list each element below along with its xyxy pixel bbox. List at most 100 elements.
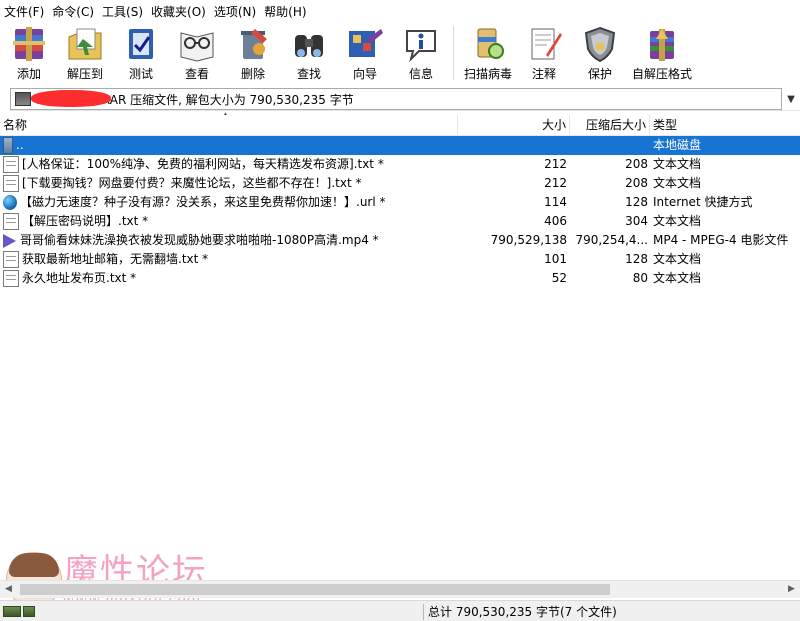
delete-icon (241, 29, 267, 59)
redacted-filename (31, 90, 111, 107)
text-file-icon (3, 213, 19, 230)
column-name[interactable]: 名称 (0, 115, 458, 135)
extract-to-icon (68, 28, 102, 60)
drive-icon (3, 606, 21, 617)
virus-scan-label: 扫描病毒 (463, 67, 512, 81)
winrar-window: 文件(F) 命令(C) 工具(S) 收藏夹(O) 选项(N) 帮助(H) 添加 … (0, 0, 800, 621)
wizard-label: 向导 (352, 67, 377, 81)
toolbar-separator (453, 26, 454, 80)
file-size: 406 (544, 214, 567, 228)
file-row[interactable]: [下载要掏钱？网盘要付费？来魔性论坛，这些都不存在！].txt * 212 20… (0, 174, 800, 193)
file-type: Internet 快捷方式 (653, 195, 753, 209)
delete-button[interactable]: 删除 (226, 22, 280, 82)
file-size: 101 (544, 252, 567, 266)
menu-bar: 文件(F) 命令(C) 工具(S) 收藏夹(O) 选项(N) 帮助(H) (0, 0, 800, 22)
file-name-cell: [人格保证：100%纯净、免费的福利网站，每天精选发布资源].txt * (0, 155, 458, 174)
menu-tools[interactable]: 工具(S) (98, 0, 147, 22)
address-dropdown-icon[interactable]: ▼ (782, 94, 800, 105)
comment-button[interactable]: 注释 (517, 22, 571, 82)
virus-scan-icon (477, 28, 504, 59)
view-icon (180, 32, 214, 62)
file-packed-size: 128 (625, 252, 648, 266)
file-name: 永久地址发布页.txt * (22, 271, 137, 285)
text-file-icon (3, 175, 19, 192)
find-icon (295, 35, 323, 57)
scroll-right-icon[interactable]: ▶ (783, 581, 800, 598)
status-icons (0, 605, 53, 619)
file-name: .. (16, 138, 24, 152)
file-size: 114 (544, 195, 567, 209)
status-separator (423, 603, 424, 620)
address-bar: r - RAR 压缩文件, 解包大小为 790,530,235 字节 ▼ (10, 88, 800, 111)
file-name: 【解压密码说明】.txt * (22, 214, 149, 228)
extract-to-button[interactable]: 解压到 (58, 22, 112, 82)
sfx-button[interactable]: 自解压格式 (629, 22, 695, 82)
file-packed-size: 208 (625, 176, 648, 190)
test-button[interactable]: 测试 (114, 22, 168, 82)
test-label: 测试 (128, 67, 153, 81)
file-size: 52 (551, 271, 567, 285)
find-label: 查找 (296, 67, 321, 81)
column-type[interactable]: 类型 (650, 115, 800, 135)
comment-icon (531, 28, 562, 60)
scrollbar-thumb[interactable] (20, 584, 610, 595)
menu-commands[interactable]: 命令(C) (48, 0, 98, 22)
file-row[interactable]: 获取最新地址邮箱，无需翻墙.txt * 101 128 文本文档 (0, 250, 800, 269)
info-button[interactable]: 信息 (394, 22, 448, 82)
file-row-parent[interactable]: .. 本地磁盘 (0, 136, 800, 155)
status-total: 总计 790,530,235 字节(7 个文件) (428, 605, 617, 619)
protect-icon (584, 26, 616, 63)
view-label: 查看 (184, 67, 209, 81)
virus-scan-button[interactable]: 扫描病毒 (461, 22, 515, 82)
file-size: 212 (544, 157, 567, 171)
menu-options[interactable]: 选项(N) (210, 0, 260, 22)
file-size: 212 (544, 176, 567, 190)
file-name-cell: 【解压密码说明】.txt * (0, 212, 458, 231)
file-name: [人格保证：100%纯净、免费的福利网站，每天精选发布资源].txt * (22, 157, 384, 171)
find-button[interactable]: 查找 (282, 22, 336, 82)
add-button[interactable]: 添加 (2, 22, 56, 82)
scroll-left-icon[interactable]: ◀ (0, 581, 17, 598)
add-archive-icon (13, 27, 45, 61)
file-row[interactable]: 【解压密码说明】.txt * 406 304 文本文档 (0, 212, 800, 231)
text-file-icon (3, 270, 19, 287)
menu-file[interactable]: 文件(F) (0, 0, 48, 22)
file-name-cell: 哥哥偷看妹妹洗澡换衣被发现威胁她要求啪啪啪-1080P高清.mp4 * (0, 231, 458, 250)
file-row[interactable]: 【磁力无速度？种子没有源？没关系，来这里免费帮你加速！】.url * 114 1… (0, 193, 800, 212)
video-file-icon (3, 233, 16, 248)
file-type: 文本文档 (653, 214, 702, 228)
file-type: 文本文档 (653, 252, 702, 266)
menu-favorites[interactable]: 收藏夹(O) (147, 0, 210, 22)
view-button[interactable]: 查看 (170, 22, 224, 82)
test-icon (129, 29, 153, 59)
file-name-cell: .. (0, 136, 458, 155)
comment-label: 注释 (531, 67, 556, 81)
file-packed-size: 128 (625, 195, 648, 209)
horizontal-scrollbar[interactable]: ◀ ▶ (0, 580, 800, 598)
address-field[interactable]: r - RAR 压缩文件, 解包大小为 790,530,235 字节 (10, 88, 782, 110)
file-name: 获取最新地址邮箱，无需翻墙.txt * (22, 252, 209, 266)
file-row[interactable]: 哥哥偷看妹妹洗澡换衣被发现威胁她要求啪啪啪-1080P高清.mp4 * 790,… (0, 231, 800, 250)
file-name-cell: 获取最新地址邮箱，无需翻墙.txt * (0, 250, 458, 269)
file-row[interactable]: [人格保证：100%纯净、免费的福利网站，每天精选发布资源].txt * 212… (0, 155, 800, 174)
text-file-icon (3, 251, 19, 268)
file-packed-size: 304 (625, 214, 648, 228)
menu-help[interactable]: 帮助(H) (260, 0, 310, 22)
file-list: .. 本地磁盘 [人格保证：100%纯净、免费的福利网站，每天精选发布资源].t… (0, 136, 800, 578)
wizard-icon (349, 29, 383, 57)
column-header-row: 名称 大小 压缩后大小 类型 (0, 115, 800, 136)
wizard-button[interactable]: 向导 (338, 22, 392, 82)
file-type: 文本文档 (653, 176, 702, 190)
column-size[interactable]: 大小 (458, 115, 570, 135)
column-packed[interactable]: 压缩后大小 (570, 115, 650, 135)
file-name-cell: 【磁力无速度？种子没有源？没关系，来这里免费帮你加速！】.url * (0, 193, 458, 212)
add-label: 添加 (16, 67, 41, 81)
file-packed-size: 80 (632, 271, 648, 285)
file-row[interactable]: 永久地址发布页.txt * 52 80 文本文档 (0, 269, 800, 288)
file-name: 【磁力无速度？种子没有源？没关系，来这里免费帮你加速！】.url * (20, 195, 386, 209)
internet-shortcut-icon (3, 195, 17, 210)
file-name-cell: [下载要掏钱？网盘要付费？来魔性论坛，这些都不存在！].txt * (0, 174, 458, 193)
extract-to-label: 解压到 (66, 67, 103, 81)
protect-button[interactable]: 保护 (573, 22, 627, 82)
file-name: 哥哥偷看妹妹洗澡换衣被发现威胁她要求啪啪啪-1080P高清.mp4 * (20, 233, 379, 247)
